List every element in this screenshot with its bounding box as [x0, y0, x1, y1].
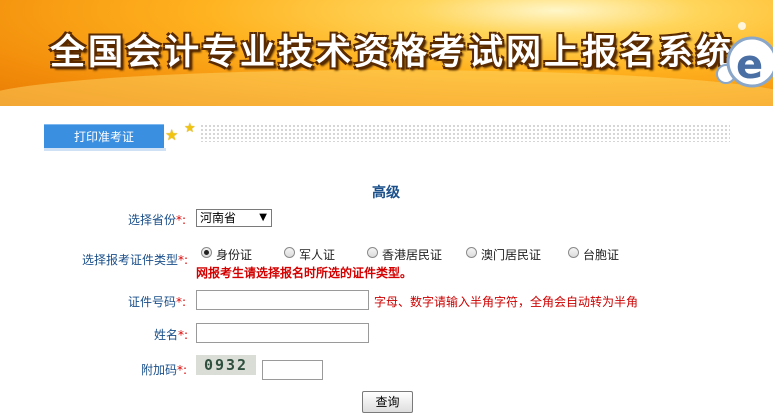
id-number-label: 证件号码*: — [128, 295, 187, 309]
dotted-divider — [200, 124, 730, 142]
name-label: 姓名*: — [154, 328, 189, 342]
radio-unchecked-icon — [367, 247, 378, 258]
province-label: 选择省份*: — [128, 213, 187, 227]
system-title: 全国会计专业技术资格考试网上报名系统 — [50, 32, 735, 73]
header-banner: 全国会计专业技术资格考试网上报名系统 e — [0, 0, 773, 106]
tab-print-admission-ticket[interactable]: 打印准考证 — [44, 124, 164, 151]
query-button[interactable]: 查询 — [362, 391, 413, 413]
id-type-label: 选择报考证件类型*: — [82, 253, 189, 267]
star-icon: ★ — [165, 126, 179, 144]
banner-highlight — [0, 70, 773, 106]
tab-label: 打印准考证 — [73, 130, 134, 144]
radio-id-card[interactable]: 身份证 — [201, 246, 252, 262]
section-title: 高级 — [372, 185, 400, 201]
radio-macau-card[interactable]: 澳门居民证 — [466, 246, 541, 262]
captcha-image: 0932 — [196, 355, 256, 375]
province-selected-value: 河南省 — [200, 211, 237, 225]
id-type-warning: 网报考生请选择报名时所选的证件类型。 — [196, 266, 413, 280]
id-number-input[interactable] — [196, 290, 369, 310]
dropdown-arrow-icon: ▼ — [259, 212, 267, 223]
logo-letter: e — [736, 42, 763, 88]
province-select[interactable]: 河南省 ▼ — [196, 209, 272, 227]
captcha-label: 附加码*: — [141, 363, 188, 377]
name-input[interactable] — [196, 323, 369, 343]
radio-unchecked-icon — [284, 247, 295, 258]
radio-checked-icon — [201, 247, 212, 258]
e-logo-icon: e — [716, 22, 773, 88]
star-icon: ★ — [184, 121, 196, 136]
captcha-input[interactable] — [262, 360, 323, 380]
radio-military-card[interactable]: 军人证 — [284, 246, 335, 262]
id-number-hint: 字母、数字请输入半角字符，全角会自动转为半角 — [374, 295, 639, 309]
tab-underline — [44, 148, 166, 151]
radio-taiwan-card[interactable]: 台胞证 — [568, 246, 619, 262]
radio-hongkong-card[interactable]: 香港居民证 — [367, 246, 442, 262]
radio-unchecked-icon — [466, 247, 477, 258]
radio-unchecked-icon — [568, 247, 579, 258]
